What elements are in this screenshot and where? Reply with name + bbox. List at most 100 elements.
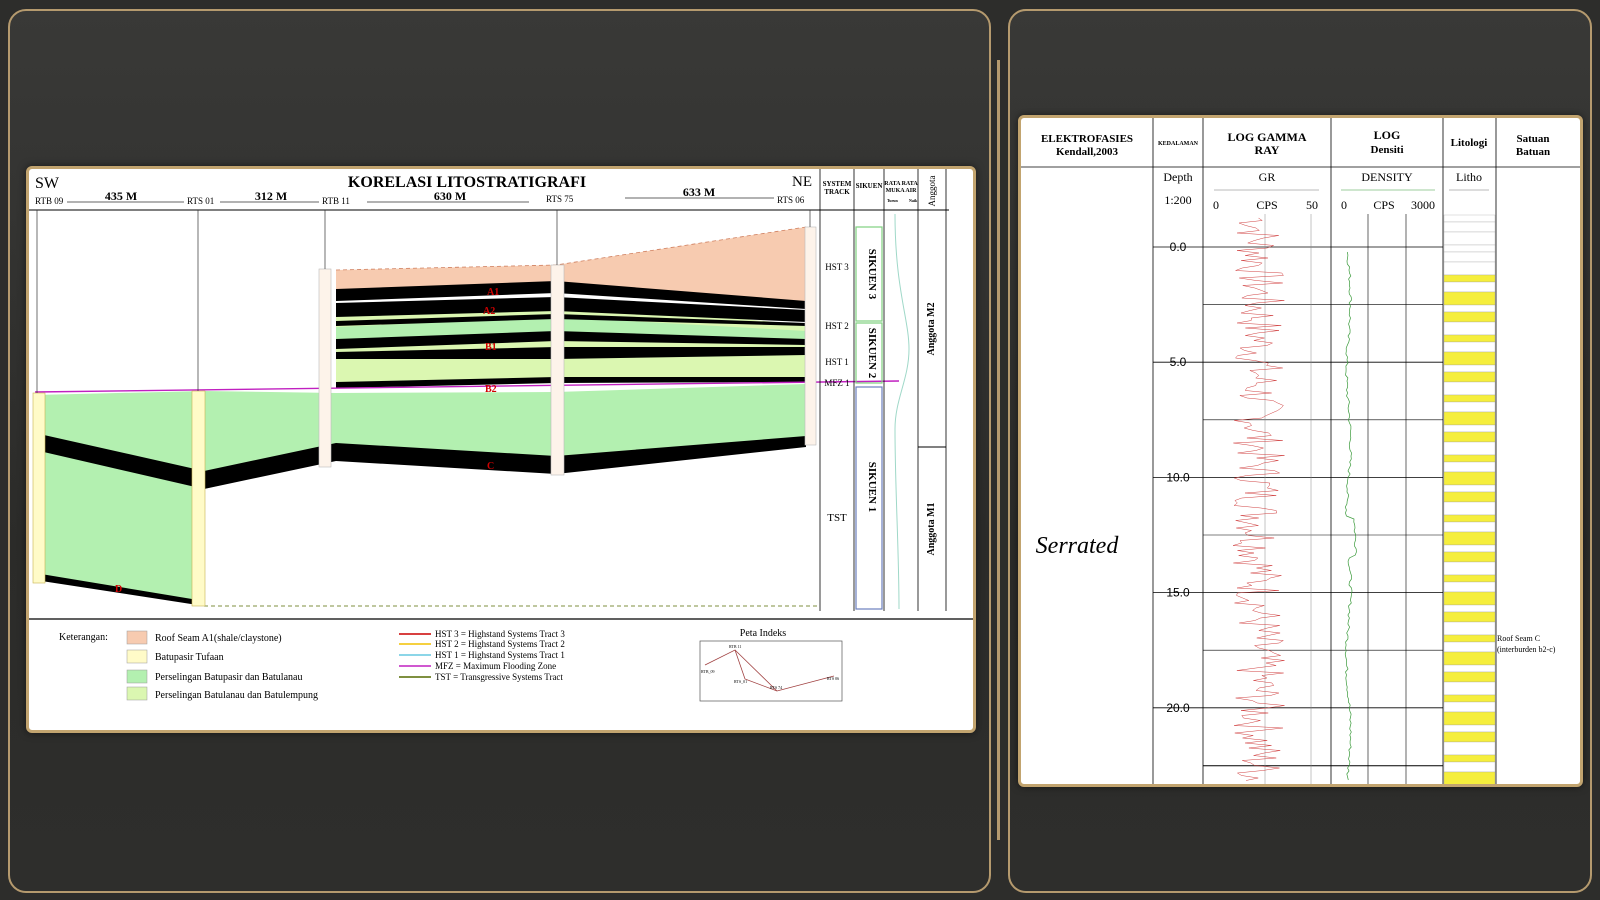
litho-layer	[1443, 531, 1496, 546]
legend-facies-4: Perselingan Batulanau dan Batulempung	[155, 690, 318, 701]
litho-layer	[1443, 441, 1496, 456]
litho-layer	[1443, 741, 1496, 756]
sub-gr-max: 50	[1306, 198, 1318, 212]
density-curve	[1344, 251, 1357, 781]
annotation-roof-seam-c: Roof Seam C	[1497, 634, 1540, 643]
sub-density: DENSITY	[1361, 170, 1413, 184]
well-label-rtb11: RTB 11	[322, 196, 350, 206]
litho-layer	[1443, 274, 1496, 283]
litho-layer	[1443, 214, 1496, 223]
litho-layer	[1443, 621, 1496, 636]
litho-layer	[1443, 634, 1496, 643]
litho-layer	[1443, 651, 1496, 666]
sub-gr-min: 0	[1213, 198, 1219, 212]
legend-facies-1: Roof Seam A1(shale/claystone)	[155, 633, 282, 644]
litho-layer	[1443, 431, 1496, 443]
litho-layer	[1443, 251, 1496, 263]
legend-tract-5: TST = Transgressive Systems Tract	[435, 672, 563, 682]
litho-layer	[1443, 544, 1496, 553]
sub-den-max: 3000	[1411, 198, 1435, 212]
svg-text:RTB_09: RTB_09	[701, 669, 715, 674]
litho-layer	[1443, 401, 1496, 413]
legend-tract-4: MFZ = Maximum Flooding Zone	[435, 661, 556, 671]
legend-facies-3: Perselingan Batupasir dan Batulanau	[155, 672, 302, 683]
litho-layer	[1443, 491, 1496, 503]
depth-tick-label: 15.0	[1166, 586, 1190, 600]
gr-curve	[1232, 217, 1285, 781]
litho-layer	[1443, 411, 1496, 426]
svg-text:RTS_01: RTS_01	[734, 679, 747, 684]
distance-arrows	[67, 197, 774, 203]
legend: Keterangan: Roof Seam A1(shale/claystone…	[59, 628, 843, 702]
litho-layer	[1443, 371, 1496, 383]
seam-label-a1: A1	[487, 287, 499, 298]
tract-hst2: HST 2	[825, 321, 849, 331]
col-sikuen: SIKUEN	[856, 182, 883, 190]
tract-tst: TST	[827, 512, 847, 524]
litho-layer	[1443, 244, 1496, 253]
panel-divider	[997, 60, 1000, 840]
litho-layer	[1443, 454, 1496, 463]
legend-keterangan: Keterangan:	[59, 632, 108, 643]
svg-text:RTS 06: RTS 06	[827, 676, 839, 681]
litho-layer	[1443, 471, 1496, 486]
legend-tract-2: HST 2 = Highstand Systems Tract 2	[435, 639, 565, 649]
header-dens-2: Densiti	[1371, 144, 1404, 156]
litho-layer	[1443, 304, 1496, 313]
sikuen-1: SIKUEN 1	[866, 462, 878, 512]
litho-layer	[1443, 424, 1496, 433]
litho-layer	[1443, 484, 1496, 493]
col-rata-1: RATA RATA	[884, 181, 918, 187]
litho-layer	[1443, 281, 1496, 293]
litho-layer	[1443, 221, 1496, 233]
litho-layer	[1443, 351, 1496, 366]
litho-layer	[1443, 701, 1496, 713]
well-log-svg: ELEKTROFASIES Kendall,2003 KEDALAMAN LOG…	[1021, 118, 1580, 786]
seam-label-c: C	[487, 461, 494, 472]
litho-layer	[1443, 501, 1496, 516]
litho-layer	[1443, 694, 1496, 703]
litho-layer	[1443, 771, 1496, 786]
col-system-track-1: SYSTEM	[823, 180, 852, 188]
litho-layer	[1443, 551, 1496, 563]
legend-swatch-batupasir	[126, 649, 148, 664]
litho-layer	[1443, 574, 1496, 583]
col-anggota: Anggota	[927, 176, 937, 207]
svg-text:RTS 74: RTS 74	[770, 685, 782, 690]
depth-tick-label: 10.0	[1166, 470, 1190, 484]
litho-layer	[1443, 334, 1496, 343]
annotation-interburden: (interburden b2-c)	[1497, 645, 1556, 654]
seam-label-d: D	[115, 584, 122, 595]
litho-layer	[1443, 291, 1496, 306]
distance-4: 633 M	[683, 185, 715, 199]
col-rata-2: MUKA AIR	[886, 188, 918, 194]
sub-den-min: 0	[1341, 198, 1347, 212]
correlation-title: KORELASI LITOSTRATIGRAFI	[348, 174, 586, 191]
sub-den-unit: CPS	[1373, 198, 1394, 212]
legend-tract-3: HST 1 = Highstand Systems Tract 1	[435, 650, 565, 660]
header-litologi: Litologi	[1451, 137, 1488, 149]
litho-layer	[1443, 681, 1496, 696]
ne-label: NE	[792, 174, 812, 190]
seam-label-b1: B1	[485, 342, 497, 353]
header-kedalaman: KEDALAMAN	[1158, 141, 1199, 147]
depth-tick-label: 0.0	[1170, 240, 1187, 254]
depth-tick-label: 20.0	[1166, 701, 1190, 715]
sub-scale: 1:200	[1164, 193, 1191, 207]
well-label-rts75: RTS 75	[546, 194, 574, 204]
member-m2: Anggota M2	[926, 302, 937, 355]
sub-depth: Depth	[1163, 170, 1192, 184]
header-gamma-1: LOG GAMMA	[1228, 130, 1307, 144]
index-map	[699, 640, 843, 702]
litho-layer	[1443, 341, 1496, 353]
log-body: 0.0 5.0 10.0 15.0 20.0	[1153, 214, 1496, 786]
distance-2: 312 M	[255, 189, 287, 203]
correlation-cross-section: A1 A2 B1 B2 C D	[32, 210, 900, 607]
sikuen-2: SIKUEN 2	[866, 328, 878, 379]
legend-swatch-roof-seam	[126, 630, 148, 645]
sikuen-3: SIKUEN 3	[866, 249, 878, 300]
facies-label-serrated: Serrated	[1036, 533, 1120, 559]
litho-layer	[1443, 394, 1496, 403]
sw-label: SW	[35, 175, 60, 192]
header-satuan-1: Satuan	[1516, 133, 1549, 145]
